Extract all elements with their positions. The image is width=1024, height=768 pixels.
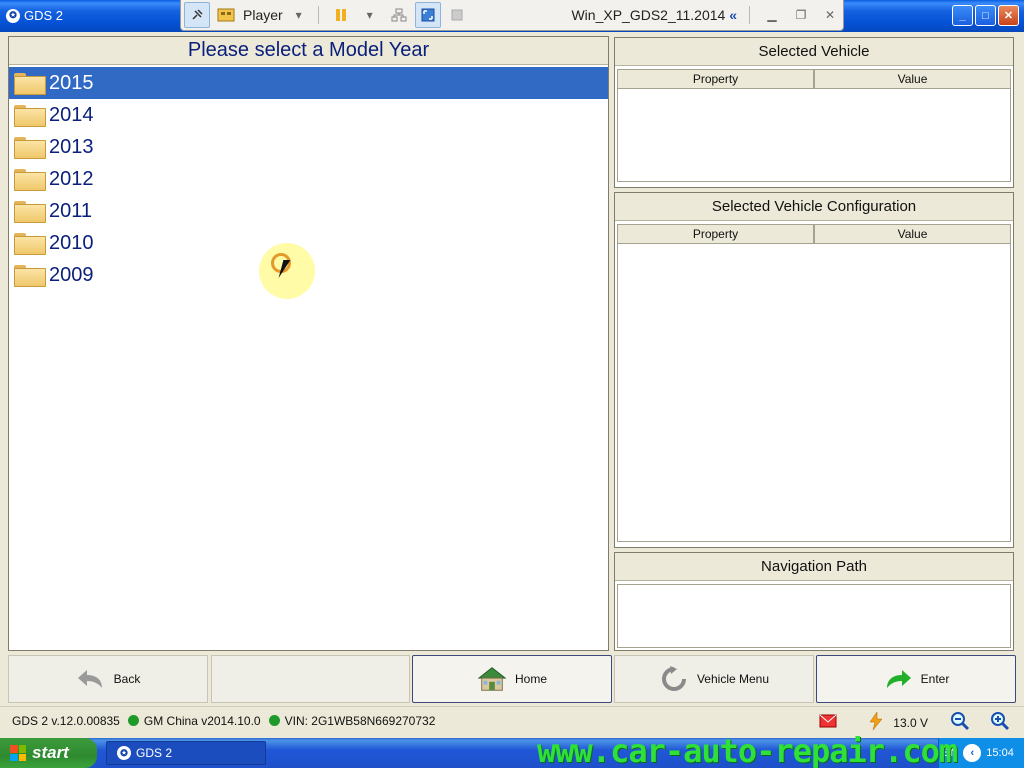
- folder-icon: [14, 105, 46, 127]
- folder-icon: [14, 233, 46, 255]
- year-label: 2012: [49, 167, 94, 190]
- selected-vehicle-header: Selected Vehicle: [615, 38, 1013, 66]
- vm-minimize-icon[interactable]: ▁: [759, 2, 785, 28]
- mail-icon[interactable]: [819, 714, 837, 731]
- network-icon[interactable]: [386, 2, 412, 28]
- vmware-toolbar: Player ▾ ▾ Win_XP_GDS2_11.2014 « ▁ ❐ ✕: [180, 0, 844, 31]
- vehicle-menu-button[interactable]: Vehicle Menu: [614, 655, 814, 703]
- folder-icon: [14, 201, 46, 223]
- gds-logo-icon: ✪: [6, 8, 20, 23]
- year-item-2013[interactable]: 2013: [9, 131, 608, 163]
- status-tools: 13.0 V: [819, 711, 1010, 734]
- selected-vehicle-columns: Property Value: [617, 69, 1011, 89]
- vm-name-text: Win_XP_GDS2_11.2014: [571, 7, 726, 23]
- gds-logo-icon: ✪: [117, 746, 131, 760]
- player-menu-icon[interactable]: [213, 2, 239, 28]
- vm-close-icon[interactable]: ✕: [817, 2, 843, 28]
- model-year-panel: Please select a Model Year 2015 2014 201…: [8, 36, 609, 651]
- folder-icon: [14, 137, 46, 159]
- minimize-button[interactable]: _: [952, 5, 973, 26]
- pin-icon[interactable]: [184, 2, 210, 28]
- model-year-header: Please select a Model Year: [9, 37, 608, 65]
- year-label: 2015: [49, 71, 94, 94]
- pause-icon[interactable]: [328, 2, 354, 28]
- close-button[interactable]: ✕: [998, 5, 1019, 26]
- action-bar: Back Home Vehicle Menu Enter: [8, 655, 1016, 703]
- vm-restore-icon[interactable]: ❐: [788, 2, 814, 28]
- vm-name: Win_XP_GDS2_11.2014 «: [571, 7, 737, 23]
- taskbar-item-label: GDS 2: [136, 746, 173, 760]
- back-button[interactable]: Back: [8, 655, 208, 703]
- windows-logo-icon: [10, 745, 26, 761]
- vin-text: VIN: 2G1WB58N669270732: [284, 713, 436, 728]
- toolbar-divider: [317, 6, 319, 24]
- selected-vehicle-panel: Selected Vehicle Property Value: [614, 37, 1014, 188]
- year-item-2014[interactable]: 2014: [9, 99, 608, 131]
- maximize-button[interactable]: □: [975, 5, 996, 26]
- status-bar: GDS 2 v.12.0.00835 GM China v2014.10.0 V…: [0, 706, 1024, 734]
- folder-icon: [14, 73, 46, 95]
- enter-arrow-icon: [883, 666, 913, 692]
- home-label: Home: [514, 672, 547, 686]
- folder-icon: [14, 169, 46, 191]
- clock: 15:04: [986, 747, 1014, 759]
- column-header-value[interactable]: Value: [814, 69, 1011, 89]
- zoom-out-icon[interactable]: [950, 711, 970, 734]
- vehicle-config-columns: Property Value: [617, 224, 1011, 244]
- voltage-text: 13.0 V: [893, 715, 928, 730]
- year-label: 2014: [49, 103, 94, 126]
- year-label: 2011: [49, 199, 93, 222]
- column-header-value[interactable]: Value: [814, 224, 1011, 244]
- column-header-property[interactable]: Property: [617, 69, 814, 89]
- taskbar-item-gds2[interactable]: ✪ GDS 2: [106, 741, 266, 765]
- vehicle-menu-label: Vehicle Menu: [696, 672, 770, 686]
- window-controls: _ □ ✕: [952, 5, 1019, 26]
- column-header-property[interactable]: Property: [617, 224, 814, 244]
- enter-button[interactable]: Enter: [816, 655, 1016, 703]
- pause-dropdown-icon[interactable]: ▾: [357, 2, 383, 28]
- back-label: Back: [113, 672, 141, 686]
- version-text: GDS 2 v.12.0.00835: [12, 713, 120, 728]
- app-title-text: GDS 2: [24, 8, 64, 23]
- fullscreen-icon[interactable]: [414, 2, 441, 28]
- vehicle-config-table: [617, 244, 1011, 542]
- unity-icon[interactable]: [444, 2, 470, 28]
- start-button[interactable]: start: [0, 738, 97, 768]
- chevron-down-icon[interactable]: ▾: [286, 2, 312, 28]
- home-icon: [477, 666, 507, 692]
- navigation-path-content: [617, 584, 1011, 648]
- year-label: 2013: [49, 135, 94, 158]
- toolbar-divider: [749, 6, 750, 24]
- watermark-text: www.car-auto-repair.com: [537, 732, 958, 768]
- year-label: 2010: [49, 231, 94, 254]
- navigation-path-header: Navigation Path: [615, 553, 1013, 581]
- tray-expand-icon[interactable]: ‹: [963, 744, 982, 762]
- home-button[interactable]: Home: [412, 655, 612, 703]
- enter-label: Enter: [920, 672, 950, 686]
- folder-icon: [14, 265, 46, 287]
- blank-button[interactable]: [211, 655, 410, 703]
- start-label: start: [32, 743, 69, 762]
- year-item-2011[interactable]: 2011: [9, 195, 608, 227]
- year-label: 2009: [49, 263, 94, 286]
- player-menu[interactable]: Player: [243, 7, 283, 23]
- region-text: GM China v2014.10.0: [143, 713, 261, 728]
- vehicle-config-header: Selected Vehicle Configuration: [615, 193, 1013, 221]
- year-item-2015[interactable]: 2015: [9, 67, 608, 99]
- collapse-icon[interactable]: «: [729, 7, 737, 23]
- back-arrow-icon: [76, 666, 106, 692]
- year-item-2012[interactable]: 2012: [9, 163, 608, 195]
- status-ok-icon: [127, 715, 139, 726]
- vin-status-icon: [268, 715, 280, 726]
- app-title: ✪ GDS 2: [6, 8, 63, 23]
- lightning-icon: [869, 711, 883, 733]
- selected-vehicle-table: [617, 89, 1011, 182]
- zoom-in-icon[interactable]: [990, 711, 1010, 734]
- vehicle-config-panel: Selected Vehicle Configuration Property …: [614, 192, 1014, 548]
- navigation-path-panel: Navigation Path: [614, 552, 1014, 651]
- refresh-icon: [659, 666, 689, 692]
